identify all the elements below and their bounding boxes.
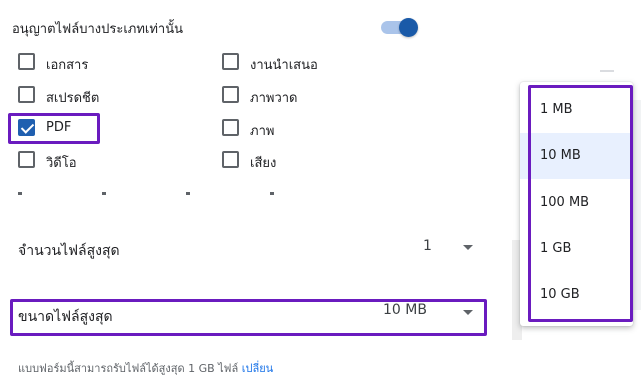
dropdown-highlight-box xyxy=(528,85,633,322)
checkbox-icon[interactable] xyxy=(222,53,239,70)
max-files-value[interactable]: 1 xyxy=(423,238,432,254)
toggle-knob xyxy=(399,18,418,37)
background-panel xyxy=(633,100,641,310)
checkbox-label: สเปรดชีต xyxy=(46,91,100,106)
footer-note: แบบฟอร์มนี้สามารถรับไฟล์ได้สูงสุด 1 GB ไ… xyxy=(18,359,273,377)
footer-text: แบบฟอร์มนี้สามารถรับไฟล์ได้สูงสุด 1 GB ไ… xyxy=(18,362,239,375)
max-files-label: จำนวนไฟล์สูงสุด xyxy=(18,243,120,259)
checkbox-label: เสียง xyxy=(250,156,277,171)
checkbox-label: งานนำเสนอ xyxy=(250,58,318,73)
max-files-dropdown-icon[interactable] xyxy=(463,245,473,250)
checkbox-icon[interactable] xyxy=(222,86,239,103)
checkbox-icon[interactable] xyxy=(222,119,239,136)
divider xyxy=(600,70,614,72)
checkbox-label: วิดีโอ xyxy=(46,156,77,171)
settings-title: อนุญาตไฟล์บางประเภทเท่านั้น xyxy=(12,22,184,37)
clipped-text-remnant xyxy=(18,192,358,206)
change-link[interactable]: เปลี่ยน xyxy=(242,362,273,375)
checkbox-icon[interactable] xyxy=(18,151,35,168)
file-type-toggle[interactable] xyxy=(381,16,418,38)
checkbox-label: เอกสาร xyxy=(46,58,89,73)
checkbox-label: ภาพ xyxy=(250,124,275,139)
checkbox-icon[interactable] xyxy=(18,86,35,103)
pdf-highlight-box xyxy=(8,113,100,144)
max-size-highlight-box xyxy=(10,299,487,336)
checkbox-label: ภาพวาด xyxy=(250,91,298,106)
checkbox-icon[interactable] xyxy=(222,151,239,168)
checkbox-icon[interactable] xyxy=(18,53,35,70)
